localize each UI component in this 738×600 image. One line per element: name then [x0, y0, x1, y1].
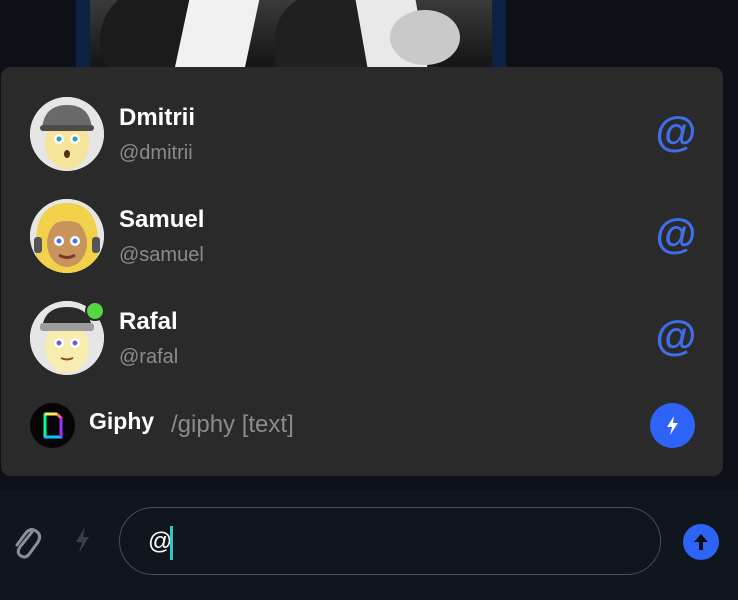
suggestion-item[interactable]: Rafal @rafal @ — [1, 271, 723, 375]
bolt-icon[interactable] — [650, 403, 695, 448]
command-hint: /giphy [text] — [171, 411, 294, 438]
text-caret — [170, 526, 173, 560]
mention-at-icon[interactable]: @ — [653, 109, 699, 155]
message-input-text: @ — [148, 528, 173, 555]
suggestion-item[interactable]: Dmitrii @dmitrii @ — [1, 67, 723, 171]
online-status-indicator — [85, 301, 105, 321]
suggestion-popup: Dmitrii @dmitrii @ Samuel @samuel @ Rafa… — [1, 67, 723, 476]
user-name: Samuel — [119, 206, 205, 233]
mention-at-icon[interactable]: @ — [653, 211, 699, 257]
giphy-logo-icon — [30, 403, 75, 448]
bolt-icon[interactable] — [72, 525, 92, 555]
user-handle: @dmitrii — [119, 142, 193, 164]
send-button[interactable] — [683, 524, 719, 560]
attachment-photo — [90, 0, 492, 74]
user-name: Rafal — [119, 308, 178, 335]
suggestion-item[interactable]: Samuel @samuel @ — [1, 169, 723, 273]
avatar — [30, 97, 104, 171]
user-handle: @rafal — [119, 346, 179, 368]
arrow-up-icon — [694, 534, 708, 550]
command-name[interactable]: Giphy — [89, 408, 154, 435]
mention-at-icon[interactable]: @ — [653, 313, 699, 359]
message-input[interactable]: @ — [119, 507, 661, 575]
user-handle: @samuel — [119, 244, 204, 266]
paperclip-icon[interactable] — [10, 523, 42, 559]
avatar — [30, 199, 104, 273]
user-name: Dmitrii — [119, 104, 196, 131]
